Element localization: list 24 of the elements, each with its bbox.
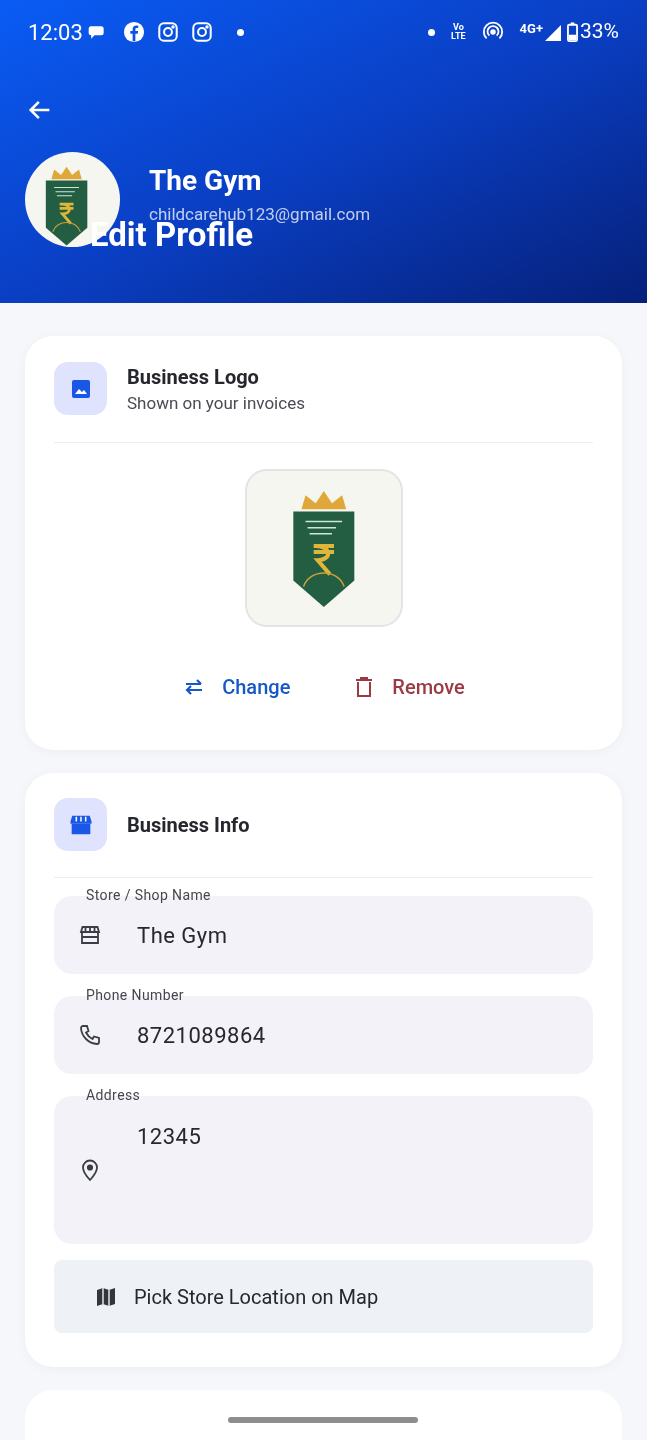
card-subtitle: Shown on your invoices xyxy=(127,391,305,415)
card-title: Business Info xyxy=(127,811,250,839)
status-time: 12:03 xyxy=(28,18,83,47)
card-title: Business Logo xyxy=(127,363,260,391)
facebook-icon xyxy=(122,21,145,43)
network-type: 4G+ xyxy=(519,20,543,38)
field-value: The Gym xyxy=(137,921,228,950)
phone-icon xyxy=(78,1023,102,1047)
dot-icon xyxy=(428,28,436,36)
volte-label: Vo xyxy=(452,23,464,32)
remove-button[interactable]: Remove xyxy=(340,664,477,710)
profile-name: The Gym xyxy=(149,164,263,198)
camera-icon xyxy=(190,21,213,43)
store-icon xyxy=(78,923,102,947)
profile-email: childcarehub123@gmail.com xyxy=(149,203,371,224)
field-value: 8721089864 xyxy=(137,1021,266,1050)
camera-icon xyxy=(156,21,179,43)
pick-location-button[interactable]: Pick Store Location on Map xyxy=(54,1260,593,1333)
change-button[interactable]: Change xyxy=(170,664,303,710)
dot-icon xyxy=(236,28,244,36)
battery-icon xyxy=(567,22,578,42)
field-value: 12345 xyxy=(137,1123,202,1151)
volte-label: LTE xyxy=(451,32,466,41)
battery-percent: 33% xyxy=(580,18,619,46)
